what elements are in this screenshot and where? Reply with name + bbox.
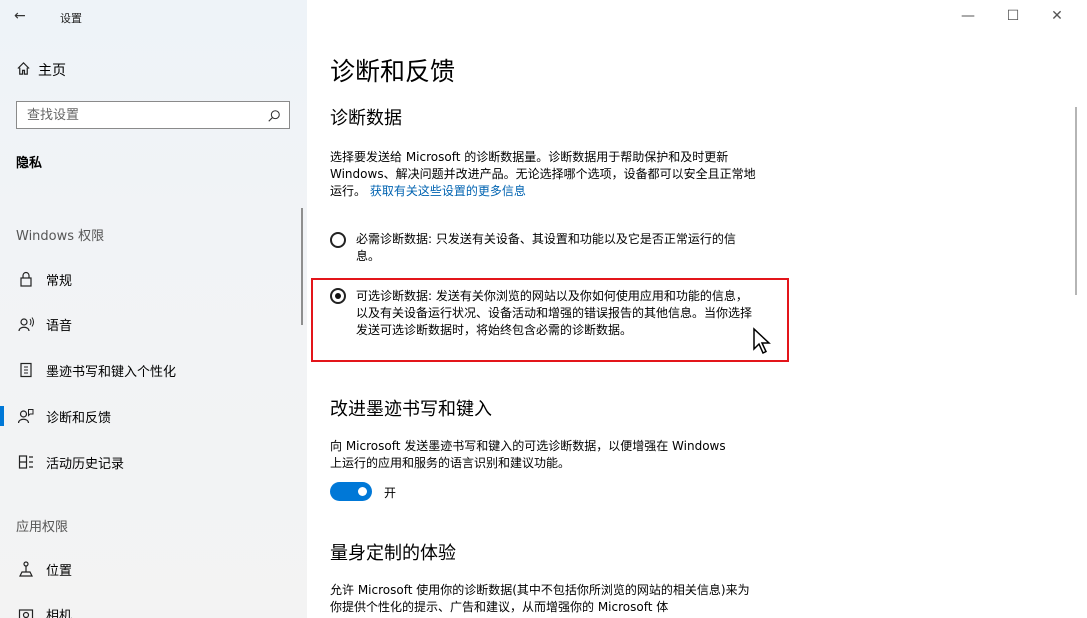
sidebar-item-diagnostics[interactable]: 诊断和反馈 xyxy=(0,396,300,436)
back-button[interactable]: ← xyxy=(14,8,26,24)
learn-more-link[interactable]: 获取有关这些设置的更多信息 xyxy=(370,184,526,198)
optional-diagnostic-label[interactable]: 可选诊断数据: 发送有关你浏览的网站以及你如何使用应用和功能的信息，以及有关设备… xyxy=(356,288,758,339)
maximize-button[interactable]: ☐ xyxy=(1003,8,1023,24)
section-windows-permissions: Windows 权限 xyxy=(16,229,105,244)
sidebar-item-speech[interactable]: 语音 xyxy=(0,304,300,344)
app-title: 设置 xyxy=(60,12,82,25)
sidebar-home[interactable]: 主页 xyxy=(16,60,66,80)
sidebar-item-inking[interactable]: 墨迹书写和键入个性化 xyxy=(0,350,300,390)
search-icon[interactable] xyxy=(267,108,281,127)
search-box xyxy=(16,101,290,129)
sidebar-item-label: 诊断和反馈 xyxy=(46,410,112,426)
required-diagnostic-radio[interactable] xyxy=(330,232,346,248)
camera-icon xyxy=(16,606,36,618)
close-button[interactable]: ✕ xyxy=(1047,8,1067,24)
notebook-icon xyxy=(16,362,36,378)
activity-icon xyxy=(16,454,36,470)
sidebar-scrollbar[interactable] xyxy=(301,208,303,325)
diagnostic-data-heading: 诊断数据 xyxy=(330,108,402,129)
sidebar-item-general[interactable]: 常规 xyxy=(0,259,300,299)
inking-toggle[interactable] xyxy=(330,482,372,501)
tailored-experiences-heading: 量身定制的体验 xyxy=(330,543,456,564)
sidebar-item-label: 相机 xyxy=(46,608,73,618)
tailored-experiences-description: 允许 Microsoft 使用你的诊断数据(其中不包括你所浏览的网站的相关信息)… xyxy=(330,583,750,614)
sidebar-item-activity-history[interactable]: 活动历史记录 xyxy=(0,442,300,482)
sidebar: ← 设置 主页 隐私 Windows 权限 常规 语音 墨迹书写和键入个性化 xyxy=(0,0,307,618)
home-icon xyxy=(16,61,38,80)
sidebar-item-label: 常规 xyxy=(46,273,73,289)
mouse-cursor-icon xyxy=(753,327,771,355)
page-scrollbar[interactable] xyxy=(1075,107,1077,295)
speech-icon xyxy=(16,316,36,332)
feedback-icon xyxy=(16,408,36,424)
sidebar-item-location[interactable]: 位置 xyxy=(0,549,300,589)
minimize-button[interactable]: — xyxy=(958,8,978,24)
optional-diagnostic-radio[interactable] xyxy=(330,288,346,304)
section-app-permissions: 应用权限 xyxy=(16,520,69,535)
sidebar-item-camera[interactable]: 相机 xyxy=(0,594,300,618)
required-diagnostic-label[interactable]: 必需诊断数据: 只发送有关设备、其设置和功能以及它是否正常运行的信息。 xyxy=(356,231,758,265)
sidebar-item-label: 墨迹书写和键入个性化 xyxy=(46,364,177,380)
sidebar-item-label: 位置 xyxy=(46,563,73,579)
lock-icon xyxy=(16,271,36,287)
sidebar-item-label: 活动历史记录 xyxy=(46,456,125,472)
inking-heading: 改进墨迹书写和键入 xyxy=(330,399,492,420)
inking-description: 向 Microsoft 发送墨迹书写和键入的可选诊断数据，以便增强在 Windo… xyxy=(330,439,726,470)
toggle-state-label: 开 xyxy=(384,486,397,500)
page-title: 诊断和反馈 xyxy=(330,57,456,86)
diagnostic-data-description: 选择要发送给 Microsoft 的诊断数据量。诊断数据用于帮助保护和及时更新 … xyxy=(330,149,760,200)
sidebar-item-label: 语音 xyxy=(46,318,73,334)
category-heading: 隐私 xyxy=(16,156,43,171)
sidebar-home-label: 主页 xyxy=(38,63,66,79)
search-input[interactable] xyxy=(17,102,277,128)
toggle-knob xyxy=(358,487,367,496)
location-icon xyxy=(16,561,36,577)
